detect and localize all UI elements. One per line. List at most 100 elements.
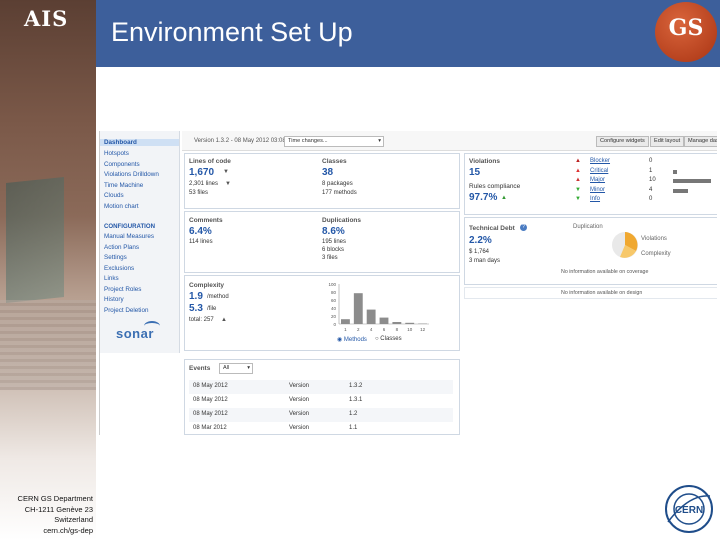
- nav-manual-measures[interactable]: Manual Measures: [104, 233, 154, 240]
- trend-down-icon: ▼: [225, 181, 231, 187]
- nav-dashboard[interactable]: Dashboard: [100, 139, 179, 146]
- rules-compliance-label: Rules compliance: [469, 183, 521, 190]
- files-count[interactable]: 53 files: [189, 190, 208, 196]
- event-type: Version: [289, 383, 310, 389]
- x-tick-label: 6: [383, 327, 386, 332]
- severity-critical-link[interactable]: Critical: [590, 168, 608, 174]
- technical-debt-days[interactable]: 3 man days: [469, 258, 500, 264]
- x-tick-label: 12: [420, 327, 426, 332]
- comments-value[interactable]: 6.4%: [189, 226, 212, 237]
- nav-hotspots[interactable]: Hotspots: [104, 150, 129, 157]
- nav-settings[interactable]: Settings: [104, 254, 127, 261]
- trend-up-icon: ▲: [221, 317, 227, 323]
- sonar-dashboard-screenshot: Dashboard Hotspots Components Violations…: [99, 131, 717, 435]
- x-tick-label: 8: [396, 327, 399, 332]
- sonar-logo-arc: [144, 321, 160, 331]
- event-date: 08 May 2012: [193, 383, 228, 389]
- event-name: 1.3.2: [349, 383, 363, 389]
- rules-compliance-value[interactable]: 97.7%: [469, 192, 497, 203]
- comment-lines[interactable]: 114 lines: [189, 239, 213, 245]
- events-label: Events: [189, 365, 211, 372]
- x-tick-label: 1: [344, 327, 347, 332]
- slide-title: Environment Set Up: [111, 17, 353, 47]
- comments-label: Comments: [189, 217, 223, 224]
- trend-down-icon: ▼: [223, 169, 229, 175]
- event-date: 08 May 2012: [193, 397, 228, 403]
- nav-components[interactable]: Components: [104, 161, 140, 168]
- technical-debt-cost[interactable]: $ 1,764: [469, 249, 489, 255]
- lines-count[interactable]: 2,301 lines: [189, 181, 218, 187]
- lines-of-code-value[interactable]: 1,670: [189, 167, 214, 178]
- cern-logo: CERN: [665, 485, 713, 533]
- help-icon[interactable]: ?: [520, 224, 527, 231]
- ais-logo: AIS: [24, 6, 69, 31]
- legend-duplication: Duplication: [573, 224, 603, 230]
- radio-methods[interactable]: ◉ Methods: [337, 336, 367, 343]
- radio-classes[interactable]: ○ Classes: [375, 336, 402, 342]
- manage-dashboards-button[interactable]: Manage dashboards: [684, 136, 717, 147]
- duplicated-files[interactable]: 3 files: [322, 255, 338, 261]
- chevron-down-icon: ▾: [378, 138, 381, 144]
- technical-debt-value[interactable]: 2.2%: [469, 235, 492, 246]
- duplicated-lines[interactable]: 195 lines: [322, 239, 346, 245]
- nav-action-plans[interactable]: Action Plans: [104, 244, 139, 251]
- nav-project-roles[interactable]: Project Roles: [104, 286, 141, 293]
- nav-motion-chart[interactable]: Motion chart: [104, 203, 139, 210]
- time-changes-select[interactable]: Time changes... ▾: [284, 136, 384, 147]
- address-line: CERN GS Department: [17, 494, 93, 503]
- address-line: Switzerland: [54, 515, 93, 524]
- event-name: 1.2: [349, 411, 358, 417]
- complexity-bar: [392, 322, 402, 324]
- address-line: CH-1211 Genève 23: [24, 504, 93, 514]
- chevron-down-icon: ▾: [247, 365, 250, 371]
- legend-violations: Violations: [641, 236, 667, 242]
- complexity-per-method[interactable]: 1.9: [189, 291, 203, 302]
- y-tick-label: 0: [333, 322, 336, 327]
- y-tick-label: 100: [328, 282, 336, 287]
- complexity-per-file[interactable]: 5.3: [189, 303, 203, 314]
- photo-keyboard: [0, 300, 96, 390]
- severity-critical-bar: [673, 169, 677, 174]
- complexity-bar: [405, 322, 415, 324]
- nav-history[interactable]: History: [104, 296, 124, 303]
- packages-count[interactable]: 8 packages: [322, 181, 353, 187]
- per-file-unit: /file: [207, 306, 217, 312]
- duplicated-blocks[interactable]: 6 blocks: [322, 247, 344, 253]
- event-row: 08 Mar 2012 Version 1.1: [189, 422, 453, 435]
- events-filter-select[interactable]: All ▾: [219, 363, 253, 374]
- events-filter-value: All: [223, 365, 230, 371]
- cern-logo-text: CERN: [675, 505, 703, 516]
- nav-time-machine[interactable]: Time Machine: [104, 182, 143, 189]
- lines-of-code-label: Lines of code: [189, 158, 231, 165]
- version-text: Version 1.3.2 - 08 May 2012 03:08 -: [194, 138, 290, 144]
- complexity-distribution-chart: 1008060402001 2 4 6 8 10 12: [328, 282, 429, 332]
- severity-info-icon: ▼: [575, 196, 581, 202]
- gs-logo: GS: [655, 2, 717, 62]
- duplications-value[interactable]: 8.6%: [322, 226, 345, 237]
- severity-info-link[interactable]: Info: [590, 196, 600, 202]
- nav-clouds[interactable]: Clouds: [104, 192, 124, 199]
- severity-critical-icon: ▲: [575, 167, 581, 174]
- configure-widgets-button[interactable]: Configure widgets: [596, 136, 649, 147]
- classes-value[interactable]: 38: [322, 167, 333, 178]
- complexity-widget: Complexity 1.9 /method 5.3 /file total: …: [184, 275, 460, 351]
- methods-count[interactable]: 177 methods: [322, 190, 357, 196]
- nav-violations-drilldown[interactable]: Violations Drilldown: [104, 171, 159, 178]
- violations-label: Violations: [469, 158, 500, 165]
- severity-major-link[interactable]: Major: [590, 177, 605, 183]
- trend-up-icon: ▲: [501, 195, 507, 201]
- complexity-bar: [341, 319, 350, 324]
- event-date: 08 May 2012: [193, 411, 228, 417]
- design-info: No information available on design: [561, 290, 643, 296]
- nav-links[interactable]: Links: [104, 275, 119, 282]
- edit-layout-button[interactable]: Edit layout: [650, 136, 685, 147]
- sidebar-photo: AIS CERN GS Department CH-1211 Genève 23…: [0, 0, 96, 540]
- classes-label: Classes: [322, 158, 347, 165]
- severity-blocker-link[interactable]: Blocker: [590, 158, 610, 164]
- violations-value[interactable]: 15: [469, 167, 480, 178]
- event-type: Version: [289, 397, 310, 403]
- severity-minor-link[interactable]: Minor: [590, 187, 605, 193]
- nav-project-deletion[interactable]: Project Deletion: [104, 307, 148, 314]
- nav-exclusions[interactable]: Exclusions: [104, 265, 134, 272]
- cern-address: CERN GS Department CH-1211 Genève 23 Swi…: [0, 494, 93, 536]
